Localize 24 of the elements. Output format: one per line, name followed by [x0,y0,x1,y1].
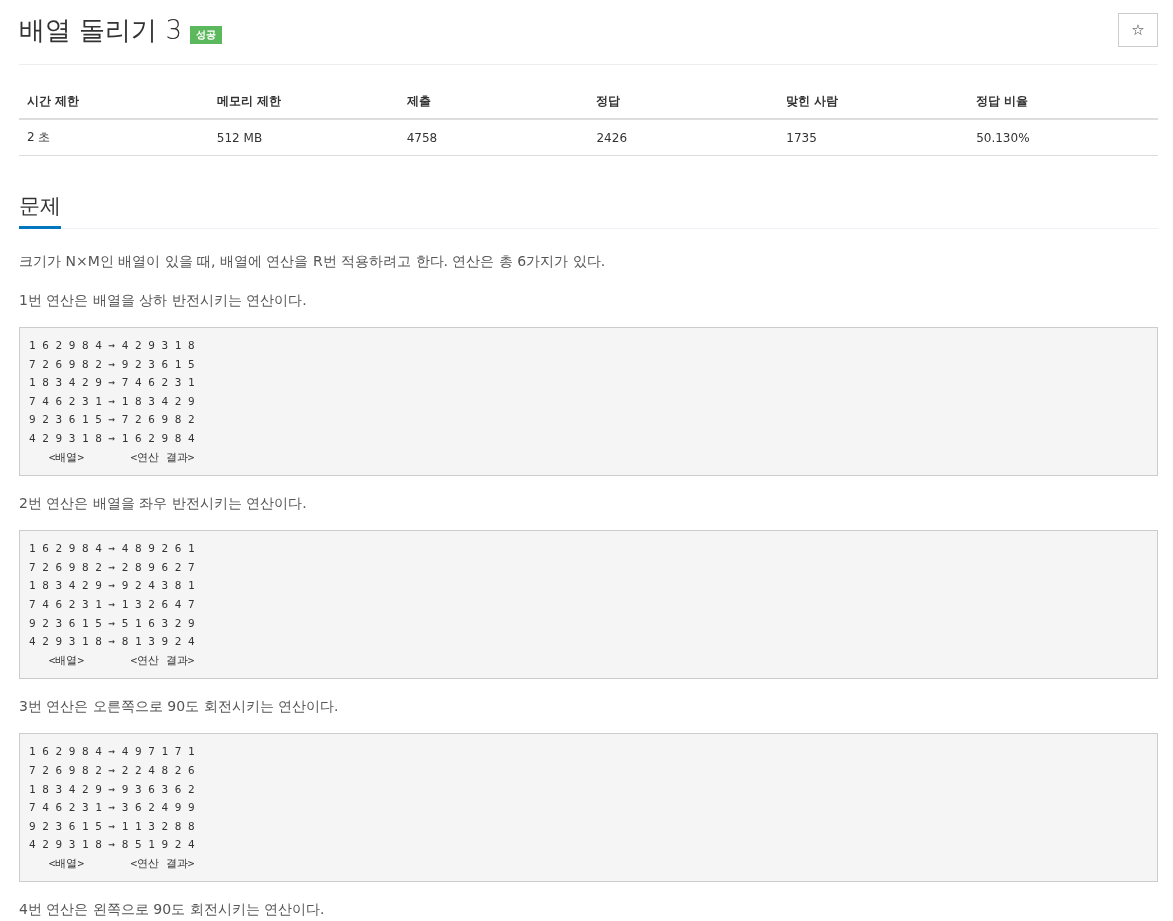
column-header: 정답 비율 [968,85,1158,119]
column-header: 시간 제한 [19,85,209,119]
table-cell: 50.130% [968,119,1158,156]
table-cell: 4758 [398,119,589,156]
code-block: 1 6 2 9 8 4 → 4 8 9 2 6 1 7 2 6 9 8 2 → 2 8 9 6 2 7 1 8 3 4 2 9 → 9 2 4 3 8 1 7 4 6 2 3 1 → 1 3 2 6 4 7 9 2 3 6 1 5 → 5 1 6 3 2 9 4 2 9 3 1 8 → 8 1 3 9 2 4 <배열> <연산 결과> [19,530,1158,680]
code-block: 1 6 2 9 8 4 → 4 2 9 3 1 8 7 2 6 9 8 2 → 9 2 3 6 1 5 1 8 3 4 2 9 → 7 4 6 2 3 1 7 4 6 2 3 1 → 1 8 3 4 2 9 9 2 3 6 1 5 → 7 2 6 9 8 2 4 2 9 3 1 8 → 1 6 2 9 8 4 <배열> <연산 결과> [19,327,1158,477]
table-cell: 2 초 [19,119,209,156]
problem-title: 배열 돌리기 3 [19,14,183,47]
paragraph: 크기가 N×M인 배열이 있을 때, 배열에 연산을 R번 적용하려고 한다. 연산은 총 6가지가 있다. [19,252,607,271]
section-heading: 문제 [19,192,61,229]
paragraph: 4번 연산은 왼쪽으로 90도 회전시키는 연산이다. [19,900,326,920]
table-cell: 2426 [588,119,779,156]
column-header: 정답 [588,85,779,119]
paragraph: 1번 연산은 배열을 상하 반전시키는 연산이다. [19,291,308,310]
column-header: 맞힌 사람 [778,85,969,119]
table-cell: 1735 [778,119,969,156]
code-block: 1 6 2 9 8 4 → 4 9 7 1 7 1 7 2 6 9 8 2 → 2 2 4 8 2 6 1 8 3 4 2 9 → 9 3 6 3 6 2 7 4 6 2 3 1 → 3 6 2 4 9 9 9 2 3 6 1 5 → 1 1 3 2 8 8 4 2 9 3 1 8 → 8 5 1 9 2 4 <배열> <연산 결과> [19,733,1158,883]
column-header: 제출 [398,85,589,119]
table-cell: 512 MB [208,119,399,156]
status-badge: 성공 [190,26,223,44]
paragraph: 3번 연산은 오른쪽으로 90도 회전시키는 연산이다. [19,697,340,717]
star-button[interactable]: ☆ [1118,13,1158,47]
column-header: 메모리 제한 [208,85,399,119]
paragraph: 2번 연산은 배열을 좌우 반전시키는 연산이다. [19,494,308,514]
